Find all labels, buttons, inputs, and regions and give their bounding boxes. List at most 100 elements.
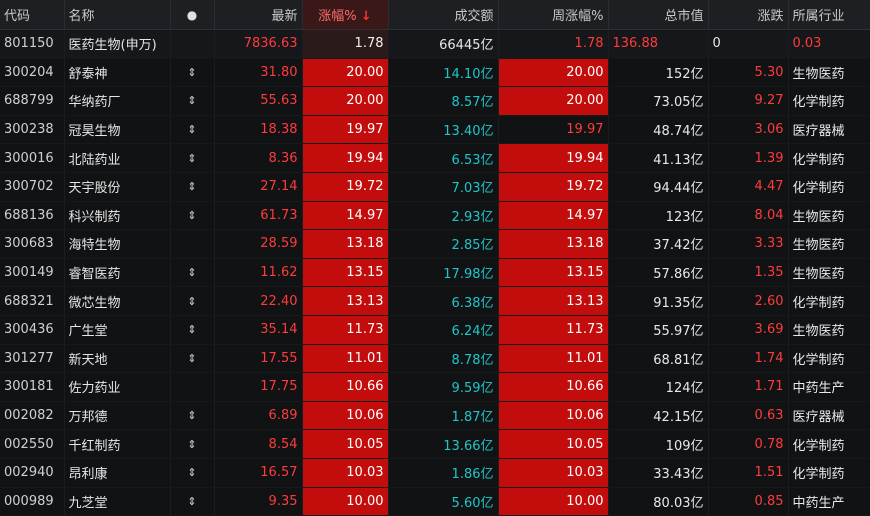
row-pct: 20.00 xyxy=(302,58,389,88)
row-mark-icon: ⇕ xyxy=(170,201,215,231)
table-row[interactable]: 300016 北陆药业 ⇕ 8.36 19.94 6.53亿 19.94 41.13亿 1.39… xyxy=(0,143,870,173)
row-week-pct: 10.00 xyxy=(498,487,609,516)
row-week-pct: 19.97 xyxy=(498,115,609,145)
row-code: 300436 xyxy=(0,315,65,345)
table-row[interactable]: 688321 微芯生物 ⇕ 22.40 13.13 6.38亿 13.13 91.35亿 2.6… xyxy=(0,286,870,316)
row-industry: 化学制药 xyxy=(788,429,870,459)
row-updown: 9.27 xyxy=(708,86,789,116)
table-row[interactable]: 300149 睿智医药 ⇕ 11.62 13.15 17.98亿 13.15 57.86亿 1.… xyxy=(0,258,870,288)
row-pct: 20.00 xyxy=(302,86,389,116)
index-mark xyxy=(170,29,215,59)
row-week-pct: 19.72 xyxy=(498,172,609,202)
row-latest: 22.40 xyxy=(214,286,303,316)
row-mark-icon: ⇕ xyxy=(170,143,215,173)
row-mktcap: 41.13亿 xyxy=(608,143,709,173)
row-mark-icon xyxy=(170,229,215,259)
sort-desc-icon: ↓ xyxy=(360,9,372,24)
row-industry: 中药生产 xyxy=(788,372,870,402)
table-header: 代码 名称 ● 最新 涨幅% ↓ 成交额 周涨幅% 总市值 涨跌 所属行业 xyxy=(0,0,870,30)
col-header-pct[interactable]: 涨幅% ↓ xyxy=(302,0,389,30)
row-week-pct: 10.05 xyxy=(498,429,609,459)
row-volume: 7.03亿 xyxy=(388,172,499,202)
row-volume: 17.98亿 xyxy=(388,258,499,288)
table-row[interactable]: 688799 华纳药厂 ⇕ 55.63 20.00 8.57亿 20.00 73.05亿 9.2… xyxy=(0,86,870,116)
table-row[interactable]: 300702 天宇股份 ⇕ 27.14 19.72 7.03亿 19.72 94.44亿 4.4… xyxy=(0,172,870,202)
row-latest: 35.14 xyxy=(214,315,303,345)
row-latest: 9.35 xyxy=(214,487,303,516)
index-mktcap: 136.88 xyxy=(608,29,709,59)
row-industry: 化学制药 xyxy=(788,172,870,202)
row-pct: 19.94 xyxy=(302,143,389,173)
row-name: 睿智医药 xyxy=(64,258,171,288)
row-name: 昂利康 xyxy=(64,458,171,488)
row-mktcap: 68.81亿 xyxy=(608,344,709,374)
table-row[interactable]: 002940 昂利康 ⇕ 16.57 10.03 1.86亿 10.03 33.43亿 1.51… xyxy=(0,458,870,488)
table-row[interactable]: 000989 九芝堂 ⇕ 9.35 10.00 5.60亿 10.00 80.03亿 0.85 中… xyxy=(0,487,870,516)
row-code: 000989 xyxy=(0,487,65,516)
row-code: 002940 xyxy=(0,458,65,488)
table-row[interactable]: 002082 万邦德 ⇕ 6.89 10.06 1.87亿 10.06 42.15亿 0.63 医… xyxy=(0,401,870,431)
index-updown: 0 xyxy=(708,29,789,59)
row-week-pct: 11.73 xyxy=(498,315,609,345)
row-volume: 8.78亿 xyxy=(388,344,499,374)
row-name: 北陆药业 xyxy=(64,143,171,173)
col-header-industry[interactable]: 所属行业 xyxy=(788,0,870,30)
col-header-code[interactable]: 代码 xyxy=(0,0,65,30)
index-row[interactable]: 801150 医药生物(申万) 7836.63 1.78 66445亿 1.78… xyxy=(0,29,870,59)
col-header-mktcap[interactable]: 总市值 xyxy=(608,0,709,30)
row-updown: 1.39 xyxy=(708,143,789,173)
table-row[interactable]: 300181 佐力药业 17.75 10.66 9.59亿 10.66 124亿 1.71 中药… xyxy=(0,372,870,402)
row-week-pct: 13.15 xyxy=(498,258,609,288)
row-pct: 13.13 xyxy=(302,286,389,316)
row-pct: 10.05 xyxy=(302,429,389,459)
row-mark-icon: ⇕ xyxy=(170,115,215,145)
col-header-name[interactable]: 名称 xyxy=(64,0,171,30)
row-mark-icon: ⇕ xyxy=(170,487,215,516)
row-pct: 13.15 xyxy=(302,258,389,288)
table-row[interactable]: 300238 冠昊生物 ⇕ 18.38 19.97 13.40亿 19.97 48.74亿 3.… xyxy=(0,115,870,145)
col-header-dot[interactable]: ● xyxy=(170,0,215,30)
index-industry: 0.03 xyxy=(788,29,870,59)
row-name: 广生堂 xyxy=(64,315,171,345)
row-volume: 9.59亿 xyxy=(388,372,499,402)
row-name: 千红制药 xyxy=(64,429,171,459)
index-week-pct: 1.78 xyxy=(498,29,609,59)
row-name: 海特生物 xyxy=(64,229,171,259)
table-row[interactable]: 688136 科兴制药 ⇕ 61.73 14.97 2.93亿 14.97 123亿 8.04 生… xyxy=(0,201,870,231)
col-header-updown[interactable]: 涨跌 xyxy=(708,0,789,30)
row-mktcap: 80.03亿 xyxy=(608,487,709,516)
row-latest: 31.80 xyxy=(214,58,303,88)
row-updown: 1.35 xyxy=(708,258,789,288)
row-mark-icon: ⇕ xyxy=(170,258,215,288)
table-row[interactable]: 002550 千红制药 ⇕ 8.54 10.05 13.66亿 10.05 109亿 0.78 化… xyxy=(0,429,870,459)
row-mktcap: 123亿 xyxy=(608,201,709,231)
table-row[interactable]: 300436 广生堂 ⇕ 35.14 11.73 6.24亿 11.73 55.97亿 3.69… xyxy=(0,315,870,345)
row-week-pct: 20.00 xyxy=(498,58,609,88)
row-volume: 1.87亿 xyxy=(388,401,499,431)
row-name: 佐力药业 xyxy=(64,372,171,402)
row-week-pct: 19.94 xyxy=(498,143,609,173)
row-latest: 17.75 xyxy=(214,372,303,402)
row-name: 微芯生物 xyxy=(64,286,171,316)
table-row[interactable]: 300204 舒泰神 ⇕ 31.80 20.00 14.10亿 20.00 152亿 5.30 生… xyxy=(0,58,870,88)
row-updown: 3.69 xyxy=(708,315,789,345)
col-header-latest[interactable]: 最新 xyxy=(214,0,303,30)
row-industry: 生物医药 xyxy=(788,201,870,231)
row-industry: 医疗器械 xyxy=(788,401,870,431)
table-row[interactable]: 300683 海特生物 28.59 13.18 2.85亿 13.18 37.42亿 3.33… xyxy=(0,229,870,259)
row-volume: 6.38亿 xyxy=(388,286,499,316)
row-week-pct: 10.06 xyxy=(498,401,609,431)
index-latest: 7836.63 xyxy=(214,29,303,59)
row-latest: 8.54 xyxy=(214,429,303,459)
row-volume: 6.53亿 xyxy=(388,143,499,173)
row-name: 天宇股份 xyxy=(64,172,171,202)
row-mktcap: 109亿 xyxy=(608,429,709,459)
row-latest: 55.63 xyxy=(214,86,303,116)
col-header-volume[interactable]: 成交额 xyxy=(388,0,499,30)
row-week-pct: 14.97 xyxy=(498,201,609,231)
row-latest: 16.57 xyxy=(214,458,303,488)
col-header-week-pct[interactable]: 周涨幅% xyxy=(498,0,609,30)
row-name: 新天地 xyxy=(64,344,171,374)
row-pct: 11.73 xyxy=(302,315,389,345)
table-row[interactable]: 301277 新天地 ⇕ 17.55 11.01 8.78亿 11.01 68.81亿 1.74… xyxy=(0,344,870,374)
